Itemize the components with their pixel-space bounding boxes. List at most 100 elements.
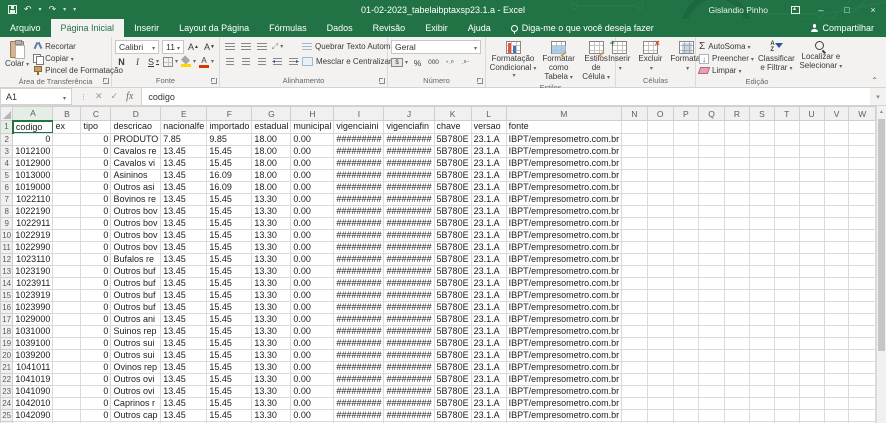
dialog-launcher-icon[interactable] (477, 78, 483, 84)
cell-A21[interactable]: 1041011 (13, 361, 53, 373)
cell-K9[interactable]: 5B780E (434, 217, 471, 229)
cell-S24[interactable] (749, 397, 774, 409)
row-header-10[interactable]: 10 (1, 229, 13, 241)
cell-K3[interactable]: 5B780E (434, 145, 471, 157)
row-header-19[interactable]: 19 (1, 337, 13, 349)
cell-J21[interactable]: ######### (384, 361, 434, 373)
cell-L6[interactable]: 23.1.A (471, 181, 506, 193)
cell-A2[interactable]: 0 (13, 133, 53, 145)
align-left-button[interactable] (223, 55, 236, 68)
cell-O8[interactable] (647, 205, 673, 217)
cell-L12[interactable]: 23.1.A (471, 253, 506, 265)
cell-P25[interactable] (673, 409, 698, 421)
cell-G18[interactable]: 13.30 (252, 325, 291, 337)
cell-Q13[interactable] (699, 265, 725, 277)
cell-D23[interactable]: Outros ovi (111, 385, 161, 397)
cell-L17[interactable]: 23.1.A (471, 313, 506, 325)
cell-O16[interactable] (647, 301, 673, 313)
expand-formula-bar-icon[interactable]: ▾ (870, 88, 886, 105)
vertical-scrollbar[interactable]: ▲ (876, 106, 886, 423)
cell-O5[interactable] (647, 169, 673, 181)
cell-P17[interactable] (673, 313, 698, 325)
cell-T14[interactable] (774, 277, 799, 289)
cell-I4[interactable]: ######### (334, 157, 384, 169)
cell-K15[interactable]: 5B780E (434, 289, 471, 301)
cell-Q24[interactable] (699, 397, 725, 409)
cell-D4[interactable]: Cavalos vi (111, 157, 161, 169)
cell-J2[interactable]: ######### (384, 133, 434, 145)
cell-D7[interactable]: Bovinos re (111, 193, 161, 205)
cell-A22[interactable]: 1041019 (13, 373, 53, 385)
cell-V21[interactable] (824, 361, 849, 373)
cell-D16[interactable]: Outros buf (111, 301, 161, 313)
cell-H15[interactable]: 0.00 (291, 289, 334, 301)
cell-E1[interactable]: nacionalfe (161, 121, 207, 134)
align-bottom-button[interactable] (255, 40, 268, 53)
cell-G23[interactable]: 13.30 (252, 385, 291, 397)
cell-N13[interactable] (622, 265, 648, 277)
cell-S15[interactable] (749, 289, 774, 301)
cell-L4[interactable]: 23.1.A (471, 157, 506, 169)
cell-A4[interactable]: 1012900 (13, 157, 53, 169)
cell-U13[interactable] (799, 265, 824, 277)
cell-Q2[interactable] (699, 133, 725, 145)
cell-K22[interactable]: 5B780E (434, 373, 471, 385)
cell-C3[interactable]: 0 (81, 145, 111, 157)
cell-S12[interactable] (749, 253, 774, 265)
cell-A17[interactable]: 1029000 (13, 313, 53, 325)
cell-N23[interactable] (622, 385, 648, 397)
cell-W22[interactable] (849, 373, 876, 385)
cell-Q11[interactable] (699, 241, 725, 253)
cell-H8[interactable]: 0.00 (291, 205, 334, 217)
cell-V6[interactable] (824, 181, 849, 193)
row-header-18[interactable]: 18 (1, 325, 13, 337)
cell-P6[interactable] (673, 181, 698, 193)
cell-J14[interactable]: ######### (384, 277, 434, 289)
cell-A8[interactable]: 1022190 (13, 205, 53, 217)
cell-D8[interactable]: Outros bov (111, 205, 161, 217)
cell-P12[interactable] (673, 253, 698, 265)
cell-O22[interactable] (647, 373, 673, 385)
cell-A13[interactable]: 1023190 (13, 265, 53, 277)
cell-W25[interactable] (849, 409, 876, 421)
cell-C2[interactable]: 0 (81, 133, 111, 145)
cell-N12[interactable] (622, 253, 648, 265)
cell-H22[interactable]: 0.00 (291, 373, 334, 385)
cell-S14[interactable] (749, 277, 774, 289)
cell-I7[interactable]: ######### (334, 193, 384, 205)
cell-E5[interactable]: 13.45 (161, 169, 207, 181)
cell-E2[interactable]: 7.85 (161, 133, 207, 145)
column-header-S[interactable]: S (749, 107, 774, 121)
cell-K13[interactable]: 5B780E (434, 265, 471, 277)
cell-U25[interactable] (799, 409, 824, 421)
formula-content[interactable]: codigo (142, 88, 870, 105)
cell-I1[interactable]: vigenciaini (334, 121, 384, 134)
cell-N10[interactable] (622, 229, 648, 241)
cell-F15[interactable]: 15.45 (207, 289, 252, 301)
cell-H21[interactable]: 0.00 (291, 361, 334, 373)
cell-J24[interactable]: ######### (384, 397, 434, 409)
cell-D14[interactable]: Outros buf (111, 277, 161, 289)
cell-A14[interactable]: 1023911 (13, 277, 53, 289)
cell-O14[interactable] (647, 277, 673, 289)
cell-H10[interactable]: 0.00 (291, 229, 334, 241)
cell-W17[interactable] (849, 313, 876, 325)
row-header-4[interactable]: 4 (1, 157, 13, 169)
cell-O9[interactable] (647, 217, 673, 229)
row-header-16[interactable]: 16 (1, 301, 13, 313)
cell-S16[interactable] (749, 301, 774, 313)
align-middle-button[interactable] (239, 40, 252, 53)
cell-W21[interactable] (849, 361, 876, 373)
cell-M25[interactable]: IBPT/empresometro.com.br (506, 409, 622, 421)
cell-A7[interactable]: 1022110 (13, 193, 53, 205)
row-header-11[interactable]: 11 (1, 241, 13, 253)
column-header-N[interactable]: N (622, 107, 648, 121)
column-header-C[interactable]: C (81, 107, 111, 121)
cell-A24[interactable]: 1042010 (13, 397, 53, 409)
cell-L21[interactable]: 23.1.A (471, 361, 506, 373)
cell-B5[interactable] (53, 169, 81, 181)
cell-N7[interactable] (622, 193, 648, 205)
cell-S23[interactable] (749, 385, 774, 397)
cell-H12[interactable]: 0.00 (291, 253, 334, 265)
cell-G13[interactable]: 13.30 (252, 265, 291, 277)
